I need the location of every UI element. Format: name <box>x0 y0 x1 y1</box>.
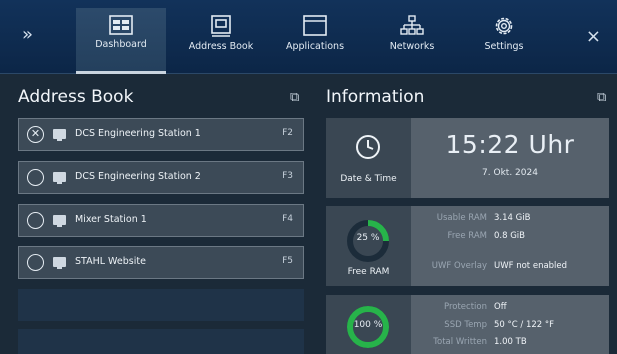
tab-dashboard[interactable]: Dashboard <box>76 8 166 74</box>
tab-settings[interactable]: Settings <box>459 8 549 70</box>
uwf-overlay-value: UWF not enabled <box>494 261 568 271</box>
address-book-item-key: F3 <box>282 171 293 181</box>
networks-icon <box>400 15 424 35</box>
tab-address-book[interactable]: Address Book <box>176 8 266 70</box>
address-book-item-key: F4 <box>282 214 293 224</box>
tab-address-book-label: Address Book <box>188 41 254 52</box>
protection-label: Protection <box>443 302 487 312</box>
tab-dashboard-label: Dashboard <box>95 39 147 50</box>
dashboard-icon <box>109 15 133 35</box>
address-book-item-key: F5 <box>282 256 293 266</box>
ssd-card: 100 % <box>326 295 411 354</box>
address-book-item-name: DCS Engineering Station 2 <box>75 171 201 182</box>
address-book-item[interactable]: DCS Engineering Station 2 F3 <box>18 161 304 194</box>
address-book-empty-slot <box>18 329 304 354</box>
ram-card: 25 % Free RAM <box>326 206 411 286</box>
radio-icon[interactable] <box>27 169 44 186</box>
ram-caption: Free RAM <box>347 267 390 277</box>
datetime-caption: Date & Time <box>340 174 397 184</box>
current-time: 15:22 Uhr <box>445 130 575 159</box>
total-written-label: Total Written <box>433 337 487 347</box>
expand-menu-icon[interactable]: » <box>22 24 33 45</box>
address-book-title: Address Book <box>18 87 134 107</box>
computer-icon <box>53 215 66 227</box>
usable-ram-value: 3.14 GiB <box>494 213 531 223</box>
address-book-icon <box>211 15 231 37</box>
close-icon[interactable]: × <box>586 28 601 46</box>
address-book-item-name: Mixer Station 1 <box>75 214 147 225</box>
address-book-item-key: F2 <box>282 128 293 138</box>
top-navigation-bar: » Dashboard Address Book Applications Ne… <box>0 0 617 74</box>
free-ram-label: Free RAM <box>447 231 487 241</box>
uwf-overlay-label: UWF Overlay <box>431 261 487 271</box>
computer-icon <box>53 257 66 269</box>
tab-networks[interactable]: Networks <box>367 8 457 70</box>
tab-networks-label: Networks <box>389 41 435 52</box>
address-book-empty-slot <box>18 289 304 321</box>
current-date: 7. Okt. 2024 <box>482 168 538 178</box>
ssd-percent: 100 % <box>353 320 383 330</box>
ssd-temp-label: SSD Temp <box>444 320 487 330</box>
free-ram-value: 0.8 GiB <box>494 231 525 241</box>
open-external-icon[interactable]: ⧉ <box>597 90 606 105</box>
selected-x-icon[interactable]: ✕ <box>27 126 44 143</box>
open-external-icon[interactable]: ⧉ <box>290 90 299 105</box>
address-book-item[interactable]: STAHL Website F5 <box>18 246 304 279</box>
total-written-value: 1.00 TB <box>494 337 527 347</box>
tab-applications-label: Applications <box>285 41 345 52</box>
ssd-details-panel: Protection Off SSD Temp 50 °C / 122 °F T… <box>411 295 609 354</box>
settings-icon <box>495 17 513 35</box>
computer-icon <box>53 129 66 141</box>
clock-icon <box>356 135 380 159</box>
address-book-item-name: STAHL Website <box>75 256 146 267</box>
information-title: Information <box>326 87 425 107</box>
address-book-item-name: DCS Engineering Station 1 <box>75 128 201 139</box>
tab-applications[interactable]: Applications <box>270 8 360 70</box>
protection-value: Off <box>494 302 507 312</box>
applications-icon <box>303 15 327 36</box>
radio-icon[interactable] <box>27 254 44 271</box>
radio-icon[interactable] <box>27 212 44 229</box>
address-book-item[interactable]: Mixer Station 1 F4 <box>18 204 304 237</box>
usable-ram-label: Usable RAM <box>436 213 487 223</box>
computer-icon <box>53 172 66 184</box>
tab-settings-label: Settings <box>484 41 524 52</box>
ram-percent: 25 % <box>356 233 380 243</box>
datetime-card: Date & Time <box>326 118 411 198</box>
ssd-temp-value: 50 °C / 122 °F <box>494 320 555 330</box>
address-book-item[interactable]: ✕ DCS Engineering Station 1 F2 <box>18 118 304 151</box>
ram-details-panel: Usable RAM 3.14 GiB Free RAM 0.8 GiB UWF… <box>411 206 609 286</box>
